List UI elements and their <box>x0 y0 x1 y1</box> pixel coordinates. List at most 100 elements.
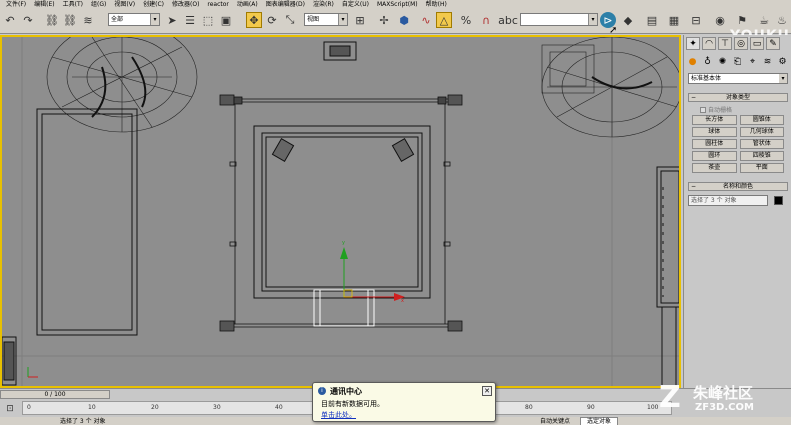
unlink-icon[interactable]: ⛓ <box>62 12 78 28</box>
close-icon[interactable]: ✕ <box>482 386 492 396</box>
mini-curve-editor-icon[interactable]: ⊡ <box>2 401 18 417</box>
utilities-tab-icon[interactable]: ✎ <box>766 37 780 50</box>
zhufeng-url: ZF3D.COM <box>695 402 754 413</box>
pyramid-button[interactable]: 四棱锥 <box>739 151 784 161</box>
select-and-rotate-icon[interactable]: ⟳ <box>264 12 280 28</box>
select-and-scale-icon[interactable]: ⤡ <box>282 12 298 28</box>
plane-button[interactable]: 平面 <box>739 163 784 173</box>
selected-object-dropdown[interactable]: 选定对象 <box>579 417 618 425</box>
create-tab-icon[interactable]: ✦ <box>686 37 700 50</box>
selection-filter-dropdown[interactable]: 全部 ▾ <box>108 13 160 26</box>
layer-manager-icon[interactable]: ▤ <box>644 12 660 28</box>
cameras-icon[interactable]: ⎗ <box>731 55 744 68</box>
window-crossing-icon[interactable]: ▣ <box>218 12 234 28</box>
collapse-icon: − <box>691 94 697 101</box>
object-type-rollout[interactable]: − 对象类型 <box>688 93 788 102</box>
select-object-icon[interactable]: ➤ <box>164 12 180 28</box>
auto-key-label[interactable]: 自动关键点 <box>540 418 570 425</box>
systems-icon[interactable]: ⚙ <box>776 55 789 68</box>
menu-graph-editors[interactable]: 图表编辑器(D) <box>262 0 309 9</box>
object-color-swatch[interactable] <box>774 196 783 205</box>
menu-view[interactable]: 视图(V) <box>110 0 139 9</box>
render-setup-icon[interactable]: ⚑ <box>734 12 750 28</box>
reference-coordinate-dropdown[interactable]: 视图 ▾ <box>304 13 348 26</box>
pivot-center-icon[interactable]: ⊞ <box>352 12 368 28</box>
bind-space-warp-icon[interactable]: ≋ <box>80 12 96 28</box>
zhufeng-watermark: Z 朱峰社区 ZF3D.COM <box>655 378 791 425</box>
rectangular-selection-icon[interactable]: ⬚ <box>200 12 216 28</box>
menu-maxscript[interactable]: MAXScript(M) <box>373 0 422 9</box>
shapes-icon[interactable]: ♁ <box>701 55 714 68</box>
gizmo-x-label: x <box>401 298 404 304</box>
right-side-object <box>656 166 679 386</box>
select-and-link-icon[interactable]: ⛓ <box>44 12 60 28</box>
box-button[interactable]: 长方体 <box>692 115 737 125</box>
sphere-button[interactable]: 球体 <box>692 127 737 137</box>
move-gizmo <box>340 247 405 301</box>
motion-tab-icon[interactable]: ◎ <box>734 37 748 50</box>
undo-icon[interactable]: ↶ <box>2 12 18 28</box>
teapot-button[interactable]: 茶壶 <box>692 163 737 173</box>
keyboard-shortcut-icon[interactable]: ⬢ <box>396 12 412 28</box>
quick-render-icon[interactable]: ☕ <box>756 12 772 28</box>
torus-button[interactable]: 圆环 <box>692 151 737 161</box>
name-color-rollout[interactable]: − 名称和颜色 <box>688 182 788 191</box>
percent-snap-icon[interactable]: % <box>458 12 474 28</box>
named-selection-set-input[interactable]: ▾ <box>520 13 598 26</box>
spinner-snap-icon[interactable]: ∩ <box>478 12 494 28</box>
pavilion-frame <box>219 94 463 332</box>
snap-toggle-icon[interactable]: ∿ <box>418 12 434 28</box>
select-and-manipulate-icon[interactable]: ✢ <box>376 12 392 28</box>
geosphere-button[interactable]: 几何球体 <box>739 127 784 137</box>
menu-bar: 文件(F) 编辑(E) 工具(T) 组(G) 视图(V) 创建(C) 修改器(O… <box>0 0 791 9</box>
cone-button[interactable]: 圆锥体 <box>739 115 784 125</box>
render-last-icon[interactable]: ♨ <box>774 12 790 28</box>
select-and-move-icon[interactable]: ✥ <box>246 12 262 28</box>
notification-title: 通讯中心 <box>330 387 362 396</box>
menu-file[interactable]: 文件(F) <box>2 0 30 9</box>
lights-icon[interactable]: ✺ <box>716 55 729 68</box>
redo-icon[interactable]: ↷ <box>20 12 36 28</box>
edit-named-selection-icon[interactable]: abc <box>498 12 518 28</box>
menu-rendering[interactable]: 渲染(R) <box>309 0 338 9</box>
cylinder-button[interactable]: 圆柱体 <box>692 139 737 149</box>
angle-snap-icon[interactable]: △ <box>436 12 452 28</box>
modify-tab-icon[interactable]: ◠ <box>702 37 716 50</box>
gizmo-y-label: y <box>342 240 345 246</box>
menu-animation[interactable]: 动画(A) <box>233 0 262 9</box>
top-object <box>323 41 357 61</box>
menu-reactor[interactable]: reactor <box>203 0 233 9</box>
menu-group[interactable]: 组(G) <box>87 0 110 9</box>
helpers-icon[interactable]: ⌖ <box>746 55 759 68</box>
menu-help[interactable]: 帮助(H) <box>422 0 451 9</box>
menu-edit[interactable]: 编辑(E) <box>30 0 58 9</box>
object-name-field[interactable]: 选择了 3 个 对象 <box>688 195 768 206</box>
geometry-icon[interactable]: ● <box>686 55 699 68</box>
display-tab-icon[interactable]: ▭ <box>750 37 764 50</box>
time-slider[interactable]: 0 / 100 <box>0 390 110 399</box>
align-icon[interactable]: ◆ <box>620 12 636 28</box>
tree-wireframe-left <box>46 37 198 133</box>
notification-link[interactable]: 单击此处。 <box>321 410 356 420</box>
geometry-category-dropdown[interactable]: 标准基本体 ▾ <box>688 73 788 84</box>
tick-label: 0 <box>27 404 31 411</box>
menu-create[interactable]: 创建(C) <box>139 0 168 9</box>
auto-key-status: 自动关键点 选定对象 <box>540 417 618 425</box>
material-editor-icon[interactable]: ◉ <box>712 12 728 28</box>
menu-tools[interactable]: 工具(T) <box>59 0 87 9</box>
menu-customize[interactable]: 自定义(U) <box>338 0 373 9</box>
select-by-name-icon[interactable]: ☰ <box>182 12 198 28</box>
space-warps-icon[interactable]: ≋ <box>761 55 774 68</box>
curve-editor-icon[interactable]: ▦ <box>666 12 682 28</box>
schematic-view-icon[interactable]: ⊟ <box>688 12 704 28</box>
notification-message: 目前有新数据可用。 <box>321 400 384 408</box>
menu-modifiers[interactable]: 修改器(O) <box>168 0 203 9</box>
viewport-scene: y x <box>2 37 679 386</box>
hierarchy-tab-icon[interactable]: ⊤ <box>718 37 732 50</box>
top-viewport[interactable]: y x <box>0 35 681 388</box>
left-platform <box>36 108 138 336</box>
object-type-buttons: 长方体 圆锥体 球体 几何球体 圆柱体 管状体 圆环 四棱锥 茶壶 平面 <box>692 115 784 173</box>
tube-button[interactable]: 管状体 <box>739 139 784 149</box>
autogrid-checkbox[interactable]: 自动栅格 <box>700 105 732 114</box>
zhufeng-name: 朱峰社区 <box>693 384 754 402</box>
